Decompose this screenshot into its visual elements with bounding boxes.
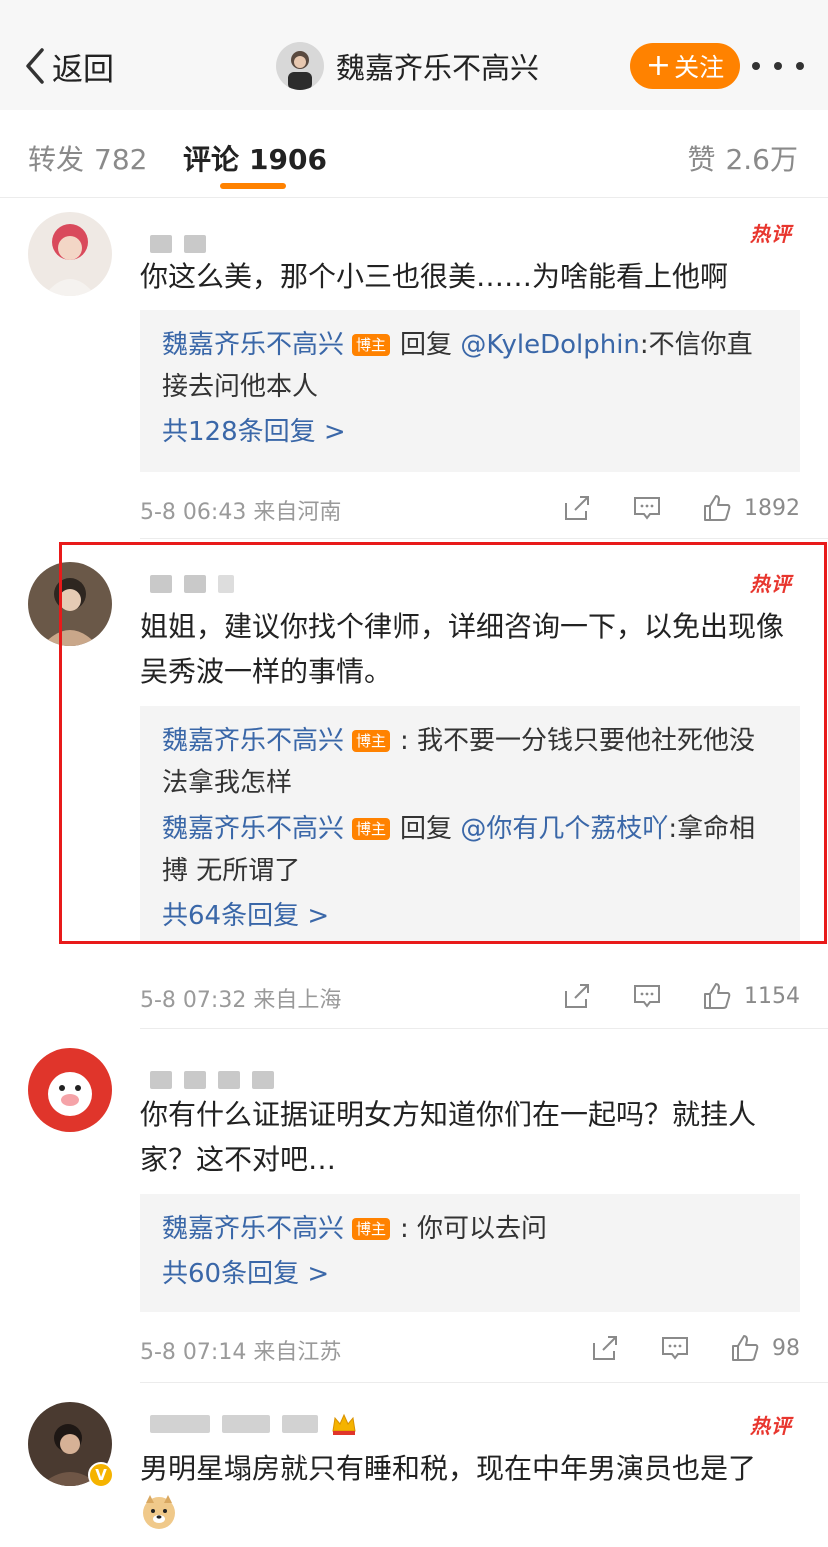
doge-emoji-icon <box>143 1495 175 1529</box>
like-count: 1154 <box>744 983 800 1009</box>
comment-time: 5-8 06:43 <box>140 500 247 525</box>
comment-icon[interactable] <box>660 1333 690 1363</box>
back-button[interactable]: 返回 <box>22 44 114 88</box>
like-count: 1892 <box>744 495 800 521</box>
comment-time: 5-8 07:32 <box>140 988 247 1013</box>
tab-repost[interactable]: 转发 782 <box>28 138 147 178</box>
comment-text: 你这么美，那个小三也很美……为啥能看上他啊 <box>140 260 729 293</box>
tab-bar: 转发 782 评论 1906 赞 2.6万 <box>0 110 828 198</box>
tab-comment[interactable]: 评论 1906 <box>183 138 327 178</box>
reply-preview[interactable]: 魏嘉齐乐不高兴 博主 : 你可以去问 共60条回复 > <box>140 1194 800 1312</box>
share-icon[interactable] <box>562 981 592 1011</box>
author-badge: 博主 <box>352 1218 391 1240</box>
comment-icon[interactable] <box>632 493 662 523</box>
reply-author[interactable]: 魏嘉齐乐不高兴 <box>162 1214 344 1244</box>
comment-meta: 5-8 06:43 来自河南 <box>140 494 341 526</box>
comment-time: 5-8 07:14 <box>140 1340 247 1365</box>
username-blurred <box>150 1068 286 1092</box>
username-blurred <box>150 232 218 256</box>
avatar[interactable] <box>28 1048 112 1132</box>
like-count: 98 <box>772 1335 800 1361</box>
comment-location: 来自上海 <box>253 988 342 1013</box>
active-tab-indicator <box>220 183 286 189</box>
nav-profile[interactable]: 魏嘉齐乐不高兴 <box>276 42 539 90</box>
verified-badge-icon: V <box>88 1462 114 1488</box>
more-options-icon[interactable] <box>752 52 804 80</box>
tab-comment-label: 评论 <box>183 143 240 176</box>
comment-icon[interactable] <box>632 981 662 1011</box>
tab-repost-count: 782 <box>94 143 148 176</box>
view-more-replies[interactable]: 共60条回复 > <box>162 1254 778 1294</box>
highlight-box <box>59 542 827 944</box>
avatar[interactable] <box>28 212 112 296</box>
crown-icon <box>332 1413 356 1435</box>
comment-location: 来自河南 <box>253 500 342 525</box>
reply-mention[interactable]: @KyleDolphin <box>460 330 640 360</box>
tab-repost-label: 转发 <box>28 143 85 176</box>
comment-location: 来自江苏 <box>253 1340 342 1365</box>
comment-text: 男明星塌房就只有睡和税，现在中年男演员也是了 <box>140 1446 800 1536</box>
comment-actions: 1892 <box>562 490 800 526</box>
reply-text: : 你可以去问 <box>400 1214 548 1244</box>
nav-title: 魏嘉齐乐不高兴 <box>336 51 540 85</box>
view-more-replies[interactable]: 共128条回复 > <box>162 412 778 452</box>
plus-icon: + <box>645 48 672 83</box>
tab-like-label: 赞 <box>687 143 716 176</box>
tab-like-count: 2.6万 <box>725 143 798 176</box>
reply-author[interactable]: 魏嘉齐乐不高兴 <box>162 330 344 360</box>
author-badge: 博主 <box>352 334 391 356</box>
divider <box>140 1382 828 1383</box>
back-label: 返回 <box>52 51 114 88</box>
like-button[interactable]: 98 <box>730 1333 800 1363</box>
like-button[interactable]: 1154 <box>702 981 800 1011</box>
thumbs-up-icon <box>732 1335 759 1361</box>
follow-button[interactable]: + 关注 <box>630 43 740 89</box>
comment-text: 你有什么证据证明女方知道你们在一起吗？就挂人家？这不对吧… <box>140 1098 757 1176</box>
hot-comment-badge: 热评 <box>750 1414 792 1438</box>
comment-actions: 1154 <box>562 978 800 1014</box>
comment-text-content: 男明星塌房就只有睡和税，现在中年男演员也是了 <box>140 1452 757 1485</box>
share-icon[interactable] <box>562 493 592 523</box>
comment-meta: 5-8 07:32 来自上海 <box>140 982 341 1014</box>
chevron-left-icon <box>26 48 44 84</box>
divider <box>140 1028 828 1029</box>
thumbs-up-icon <box>704 495 731 521</box>
thumbs-up-icon <box>704 983 731 1009</box>
tab-comment-count: 1906 <box>249 143 327 176</box>
reply-prefix: 回复 <box>400 330 453 360</box>
follow-label: 关注 <box>674 53 725 82</box>
comment-meta: 5-8 07:14 来自江苏 <box>140 1334 341 1366</box>
reply-item: 魏嘉齐乐不高兴 博主 : 你可以去问 <box>162 1208 778 1250</box>
hot-comment-badge: 热评 <box>750 222 792 246</box>
like-button[interactable]: 1892 <box>702 493 800 523</box>
reply-preview[interactable]: 魏嘉齐乐不高兴 博主 回复 @KyleDolphin:不信你直接去问他本人 共128… <box>140 310 800 472</box>
avatar[interactable] <box>276 42 324 90</box>
comment-actions: 98 <box>590 1330 800 1366</box>
reply-item: 魏嘉齐乐不高兴 博主 回复 @KyleDolphin:不信你直接去问他本人 <box>162 324 778 408</box>
username-blurred <box>150 1412 358 1436</box>
share-icon[interactable] <box>590 1333 620 1363</box>
navigation-bar: 返回 魏嘉齐乐不高兴 + 关注 <box>0 0 828 110</box>
tab-like[interactable]: 赞 2.6万 <box>687 138 798 178</box>
divider <box>140 538 828 539</box>
